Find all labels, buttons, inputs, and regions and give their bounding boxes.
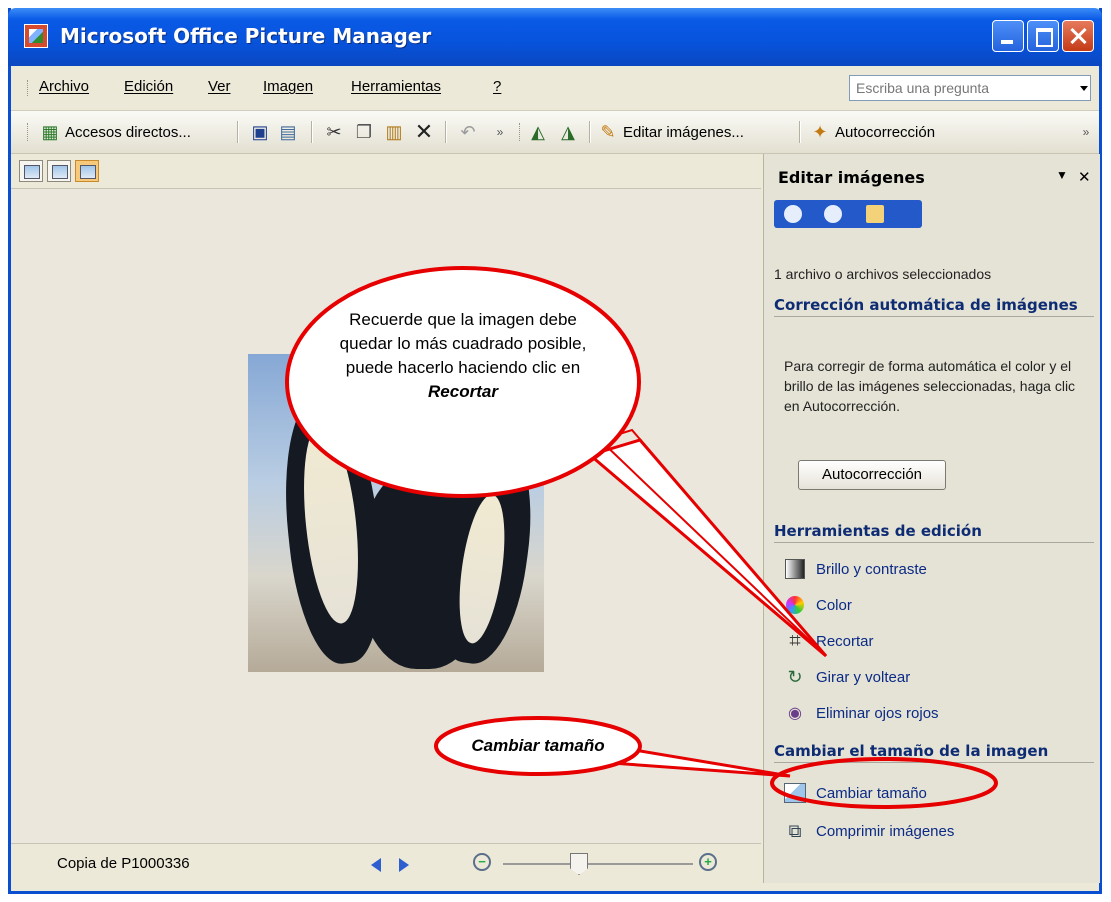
color-wheel-icon [784, 594, 806, 616]
resize-icon [784, 782, 806, 804]
autocorrect-toolbar-button[interactable]: ✦ Autocorrección [809, 117, 935, 147]
save-icon[interactable]: ▣ [249, 121, 271, 143]
cut-icon[interactable]: ✂ [323, 121, 345, 143]
resize-heading: Cambiar el tamaño de la imagen [774, 742, 1094, 763]
minimize-button[interactable] [992, 20, 1024, 52]
toolbar-separator [445, 121, 447, 143]
task-pane-nav [774, 200, 922, 228]
selection-info: 1 archivo o archivos seleccionados [774, 266, 992, 282]
thumbnail-view-button[interactable] [19, 160, 43, 182]
toolbar2-grip[interactable] [519, 123, 523, 141]
toolbar-separator [311, 121, 313, 143]
menu-herramientas[interactable]: Herramientas [351, 78, 441, 95]
toolbar-grip[interactable] [27, 123, 31, 141]
penguin-photo [248, 354, 544, 672]
menu-edicion[interactable]: Edición [124, 78, 173, 95]
tool-brightness-contrast[interactable]: Brillo y contraste [784, 556, 927, 582]
tool-color[interactable]: Color [784, 592, 852, 618]
toolbar-separator [799, 121, 801, 143]
zoom-slider-thumb[interactable] [570, 853, 588, 875]
rotate-icon: ↻ [787, 666, 803, 687]
delete-icon[interactable]: ✕ [413, 119, 435, 144]
tool-crop[interactable]: ⌗ Recortar [784, 628, 874, 654]
auto-correction-description: Para corregir de forma automática el col… [784, 358, 1076, 414]
menu-help[interactable]: ? [493, 78, 501, 95]
app-window: Microsoft Office Picture Manager Archivo… [8, 8, 1102, 894]
status-bar: Copia de P1000336 − + [11, 843, 761, 884]
standard-toolbar: ▦ Accesos directos... ▣ ▤ ✂ ❐ ▥ ✕ ↶ » ◭ … [11, 111, 1099, 154]
toolbar-separator [237, 121, 239, 143]
task-pane-menu-icon[interactable]: ▼ [1056, 168, 1068, 182]
picture-manager-app-icon[interactable] [24, 24, 48, 48]
zoom-out-icon[interactable]: − [473, 853, 491, 871]
rotate-left-icon[interactable]: ◭ [527, 121, 549, 143]
undo-icon[interactable]: ↶ [457, 121, 479, 143]
tool-label: Recortar [816, 632, 874, 650]
tool-red-eye[interactable]: ◉ Eliminar ojos rojos [784, 700, 939, 726]
shortcuts-label: Accesos directos... [65, 123, 191, 141]
menu-bar: Archivo Edición Ver Imagen Herramientas … [11, 66, 1099, 111]
home-icon[interactable] [866, 205, 884, 223]
edit-images-button[interactable]: ✎ Editar imágenes... [597, 117, 744, 147]
brightness-contrast-icon [784, 558, 806, 580]
autocorrect-button[interactable]: Autocorrección [798, 460, 946, 490]
picture-canvas[interactable] [11, 188, 761, 843]
eye-icon: ◉ [788, 705, 802, 722]
tool-label: Cambiar tamaño [816, 784, 927, 802]
tool-rotate-flip[interactable]: ↻ Girar y voltear [784, 664, 910, 690]
task-pane-title: Editar imágenes [778, 168, 925, 187]
close-button[interactable] [1062, 20, 1094, 52]
view-mode-bar [11, 154, 761, 188]
menu-imagen[interactable]: Imagen [263, 78, 313, 95]
help-question-input[interactable]: Escriba una pregunta [849, 75, 1091, 101]
edit-images-task-pane: Editar imágenes ▼ ✕ 1 archivo o archivos… [763, 154, 1100, 883]
title-bar[interactable]: Microsoft Office Picture Manager [8, 8, 1102, 66]
tool-label: Color [816, 596, 852, 614]
next-picture-icon[interactable] [399, 858, 409, 872]
shortcuts-icon: ▦ [41, 121, 59, 142]
toolbar2-overflow-icon[interactable]: » [1075, 121, 1097, 143]
tool-label: Eliminar ojos rojos [816, 704, 939, 722]
edit-images-label: Editar imágenes... [623, 123, 744, 141]
autocorrect-icon: ✦ [812, 121, 828, 142]
previous-picture-icon[interactable] [371, 858, 381, 872]
zoom-slider-track[interactable] [503, 863, 693, 865]
tool-label: Girar y voltear [816, 668, 911, 686]
menubar-grip[interactable] [27, 80, 31, 96]
auto-correction-heading: Corrección automática de imágenes [774, 296, 1094, 317]
export-icon[interactable]: ▤ [277, 121, 299, 143]
tool-label: Comprimir imágenes [816, 822, 955, 840]
back-icon[interactable] [784, 205, 802, 223]
toolbar-separator [589, 121, 591, 143]
help-dropdown-icon[interactable] [1080, 86, 1088, 91]
tool-label: Brillo y contraste [816, 560, 927, 578]
help-question-placeholder: Escriba una pregunta [856, 80, 990, 96]
toolbar-overflow-icon[interactable]: » [489, 121, 511, 143]
forward-icon[interactable] [824, 205, 842, 223]
edit-images-icon: ✎ [600, 121, 616, 142]
zoom-in-icon[interactable]: + [699, 853, 717, 871]
current-filename: Copia de P1000336 [57, 855, 190, 872]
shortcuts-button[interactable]: ▦ Accesos directos... [39, 117, 191, 147]
autocorrect-toolbar-label: Autocorrección [835, 123, 936, 141]
tool-resize[interactable]: Cambiar tamaño [784, 780, 927, 806]
maximize-button[interactable] [1027, 20, 1059, 52]
tool-compress[interactable]: ⧉ Comprimir imágenes [784, 818, 955, 844]
single-picture-view-button[interactable] [75, 160, 99, 182]
compress-icon: ⧉ [788, 820, 802, 841]
editing-tools-heading: Herramientas de edición [774, 522, 1094, 543]
menu-ver[interactable]: Ver [208, 78, 231, 95]
crop-icon: ⌗ [789, 629, 801, 652]
paste-icon[interactable]: ▥ [383, 121, 405, 143]
task-pane-close-icon[interactable]: ✕ [1078, 168, 1091, 186]
window-title: Microsoft Office Picture Manager [60, 24, 432, 48]
rotate-right-icon[interactable]: ◮ [557, 121, 579, 143]
menu-archivo[interactable]: Archivo [39, 78, 89, 95]
copy-icon[interactable]: ❐ [353, 121, 375, 143]
filmstrip-view-button[interactable] [47, 160, 71, 182]
